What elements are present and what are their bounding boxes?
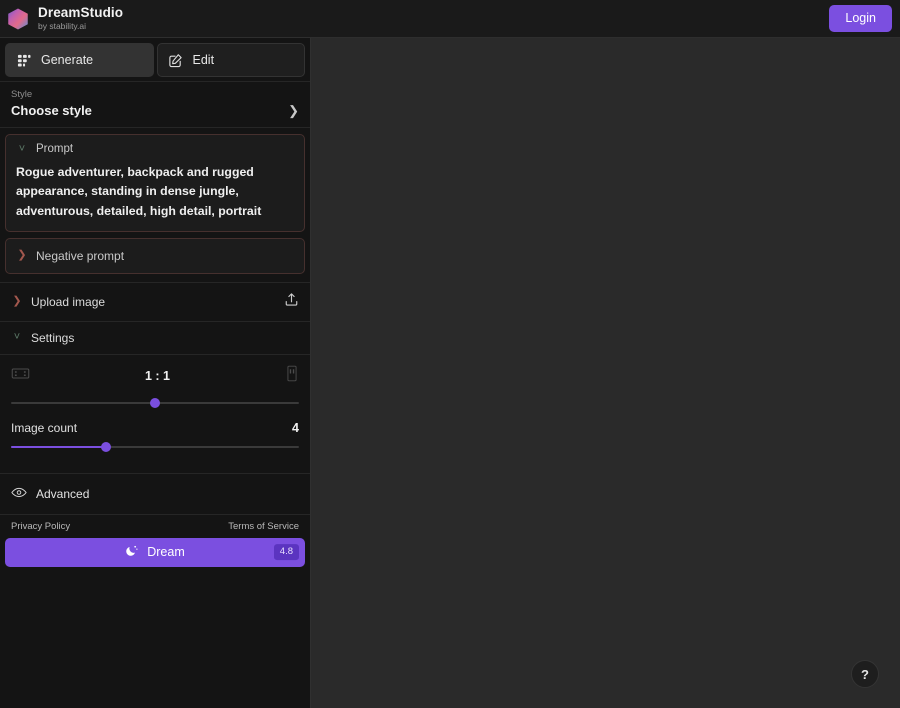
- dream-button-label: Dream: [147, 545, 185, 560]
- brand-subtitle: by stability.ai: [38, 20, 87, 31]
- dream-button[interactable]: Dream 4.8: [5, 537, 305, 567]
- prompt-title: Prompt: [36, 143, 74, 155]
- aspect-ratio-value: 1 : 1: [144, 368, 170, 383]
- settings-body: 1 : 1 Image count 4: [0, 355, 310, 461]
- top-bar: DreamStudio by stability.ai Login: [0, 0, 900, 38]
- mode-tabs: Generate Edit: [0, 38, 310, 81]
- aspect-ratio-slider-thumb[interactable]: [150, 397, 160, 408]
- settings-row[interactable]: ˅ Settings: [0, 322, 310, 355]
- upload-icon[interactable]: [284, 292, 299, 312]
- tab-edit[interactable]: Edit: [156, 43, 305, 77]
- upload-image-row[interactable]: ❯ Upload image: [0, 281, 310, 322]
- landscape-rect-icon[interactable]: [11, 366, 30, 386]
- dreamstudio-app: DreamStudio by stability.ai Login Genera…: [0, 0, 900, 708]
- chevron-right-icon: ❯: [288, 103, 299, 118]
- image-count-slider-fill: [11, 445, 107, 448]
- privacy-policy-link[interactable]: Privacy Policy: [11, 521, 70, 532]
- tab-edit-label: Edit: [192, 53, 215, 67]
- hexagon-gradient-logo-icon: [6, 7, 30, 31]
- aspect-ratio-slider[interactable]: [11, 395, 299, 411]
- login-button[interactable]: Login: [829, 5, 892, 32]
- chevron-right-icon: ❯: [12, 295, 22, 308]
- help-button[interactable]: ?: [851, 660, 879, 688]
- style-value: Choose style: [11, 103, 92, 118]
- body: Generate Edit Style Choose style ❯ ˅ Pro…: [0, 38, 900, 708]
- prompt-header[interactable]: ˅ Prompt: [16, 143, 294, 155]
- image-count-slider-thumb[interactable]: [101, 441, 112, 452]
- moon-sparkle-icon: [125, 544, 139, 561]
- prompt-card[interactable]: ˅ Prompt Rogue adventurer, backpack and …: [5, 134, 305, 232]
- brand[interactable]: DreamStudio by stability.ai: [6, 6, 123, 30]
- legal-links: Privacy Policy Terms of Service: [5, 521, 305, 538]
- style-selector[interactable]: Style Choose style ❯: [0, 81, 310, 128]
- image-count-label: Image count: [11, 420, 78, 435]
- canvas-area[interactable]: [311, 38, 900, 708]
- prompt-input[interactable]: Rogue adventurer, backpack and rugged ap…: [16, 163, 294, 221]
- style-label: Style: [11, 89, 33, 100]
- brand-title: DreamStudio: [38, 5, 124, 21]
- eye-icon: [11, 485, 27, 503]
- advanced-label: Advanced: [36, 486, 90, 501]
- sidebar-footer: Privacy Policy Terms of Service Dream 4.…: [0, 521, 310, 573]
- terms-of-service-link[interactable]: Terms of Service: [228, 521, 299, 532]
- chevron-right-icon: ❯: [17, 249, 27, 262]
- image-count-slider[interactable]: [11, 439, 299, 455]
- chevron-down-icon: ˅: [18, 142, 26, 155]
- image-count-value: 4: [292, 420, 299, 435]
- portrait-rect-icon[interactable]: [285, 365, 299, 387]
- credit-cost-badge: 4.8: [273, 544, 299, 561]
- tab-generate-label: Generate: [41, 53, 94, 67]
- settings-label: Settings: [31, 330, 75, 345]
- aspect-ratio-row: 1 : 1: [11, 361, 299, 391]
- image-count-row: Image count 4: [11, 421, 299, 435]
- negative-prompt-title: Negative prompt: [36, 248, 125, 263]
- negative-prompt-card[interactable]: ❯ Negative prompt: [5, 237, 305, 274]
- advanced-row[interactable]: Advanced: [0, 472, 310, 515]
- sidebar: Generate Edit Style Choose style ❯ ˅ Pro…: [0, 38, 311, 708]
- tab-generate[interactable]: Generate: [5, 43, 154, 77]
- pencil-square-icon: [168, 52, 184, 68]
- upload-image-label: Upload image: [31, 294, 106, 309]
- chevron-down-icon: ˅: [13, 331, 21, 344]
- grid-dots-icon: [16, 52, 32, 68]
